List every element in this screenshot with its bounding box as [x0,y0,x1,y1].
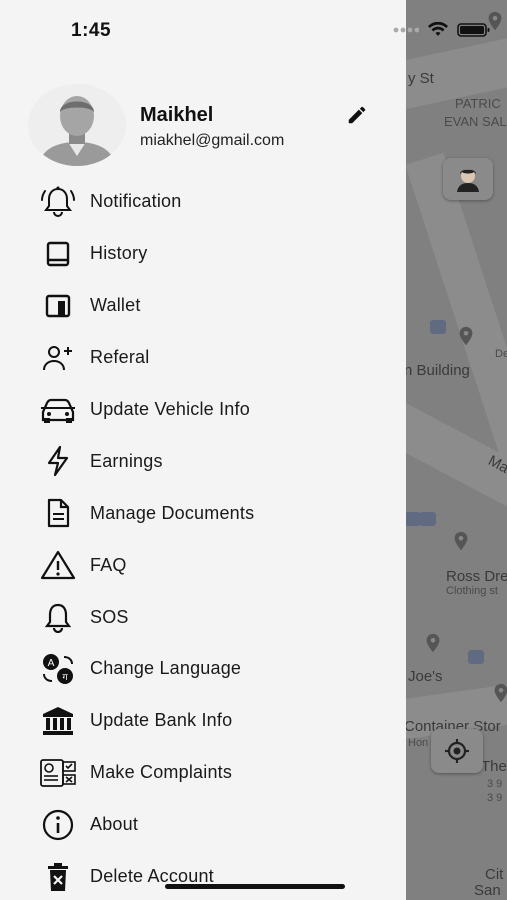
menu-item-history[interactable]: History [0,228,406,280]
map-label: Cit [485,866,504,883]
menu-label: Wallet [90,295,141,316]
driver-avatar-marker[interactable] [443,158,493,200]
bell-ringing-icon [38,184,78,220]
status-bar: 1:45 [0,0,507,60]
map-pin-icon [454,531,468,551]
edit-profile-pencil-icon[interactable] [346,104,368,126]
menu-item-change-language[interactable]: Aग Change Language [0,643,406,695]
menu-label: SOS [90,606,129,627]
map-label: The [481,758,507,775]
map-label: y St [408,70,434,87]
map-pin-icon [459,326,473,346]
map-label: San [474,882,501,899]
car-icon [38,392,78,428]
map-label: Joe's [408,668,443,685]
menu-label: About [90,814,139,835]
menu-label: Manage Documents [90,502,255,523]
map-label: 3 9 [487,792,503,804]
driver-face-icon [457,169,479,192]
avatar[interactable] [28,84,126,166]
lightning-icon [38,443,78,479]
wifi-icon [428,22,448,36]
map-label: n Building [404,362,470,379]
battery-icon [457,23,490,37]
info-icon [38,807,78,843]
menu-item-earnings[interactable]: Earnings [0,435,406,487]
menu-item-sos[interactable]: SOS [0,591,406,643]
menu-item-delete-account[interactable]: Delete Account [0,851,406,900]
menu-item-update-bank-info[interactable]: Update Bank Info [0,695,406,747]
menu-item-update-vehicle-info[interactable]: Update Vehicle Info [0,384,406,436]
menu-item-notification[interactable]: Notification [0,176,406,228]
menu-item-faq[interactable]: FAQ [0,539,406,591]
signal-dots-icon [393,27,419,33]
home-indicator[interactable] [165,884,345,889]
crosshair-icon [445,739,469,763]
menu-label: Change Language [90,658,242,679]
translate-icon: Aग [38,651,78,687]
status-icons [393,22,491,38]
menu-item-make-complaints[interactable]: Make Complaints [0,747,406,799]
bank-icon [38,703,78,739]
map-pin-icon [494,683,507,703]
menu-label: FAQ [90,554,127,575]
add-person-icon [38,340,78,376]
menu-label: Update Bank Info [90,710,233,731]
map-label: De [495,348,507,360]
profile-header[interactable]: Maikhel miakhel@gmail.com [28,84,388,168]
trash-icon [38,859,78,895]
map-label: Ross Dre [446,568,507,585]
map-pin-icon [426,633,440,653]
menu-label: Earnings [90,450,163,471]
map-label: Hon [408,737,429,749]
transit-icon [468,650,484,664]
map-label: EVAN SALO [444,114,507,129]
complaint-icon [38,755,78,791]
map-label: 3 9 [487,778,503,790]
transit-icon [430,320,446,334]
user-avatar-icon [28,84,126,166]
locate-me-button[interactable] [431,729,483,773]
status-time: 1:45 [71,20,112,41]
wallet-icon [38,288,78,324]
menu-label: Notification [90,191,182,212]
drawer-menu: Notification History Wallet Referal Upda… [0,176,406,900]
svg-text:A: A [48,658,55,669]
menu-item-wallet[interactable]: Wallet [0,280,406,332]
transit-icon [405,512,421,526]
menu-label: Referal [90,347,150,368]
document-icon [38,495,78,531]
profile-email: miakhel@gmail.com [140,132,285,149]
map-label: Clothing st [446,585,498,597]
menu-item-about[interactable]: About [0,799,406,851]
menu-item-referal[interactable]: Referal [0,332,406,384]
warning-icon [38,547,78,583]
profile-name: Maikhel [140,104,214,126]
map-label: PATRIC [455,96,501,111]
menu-label: Make Complaints [90,762,233,783]
transit-icon [420,512,436,526]
menu-label: Update Vehicle Info [90,399,250,419]
bell-icon [38,599,78,635]
menu-label: History [90,243,148,264]
menu-item-manage-documents[interactable]: Manage Documents [0,487,406,539]
book-icon [38,236,78,272]
navigation-drawer: Maikhel miakhel@gmail.com Notification H… [0,0,406,900]
